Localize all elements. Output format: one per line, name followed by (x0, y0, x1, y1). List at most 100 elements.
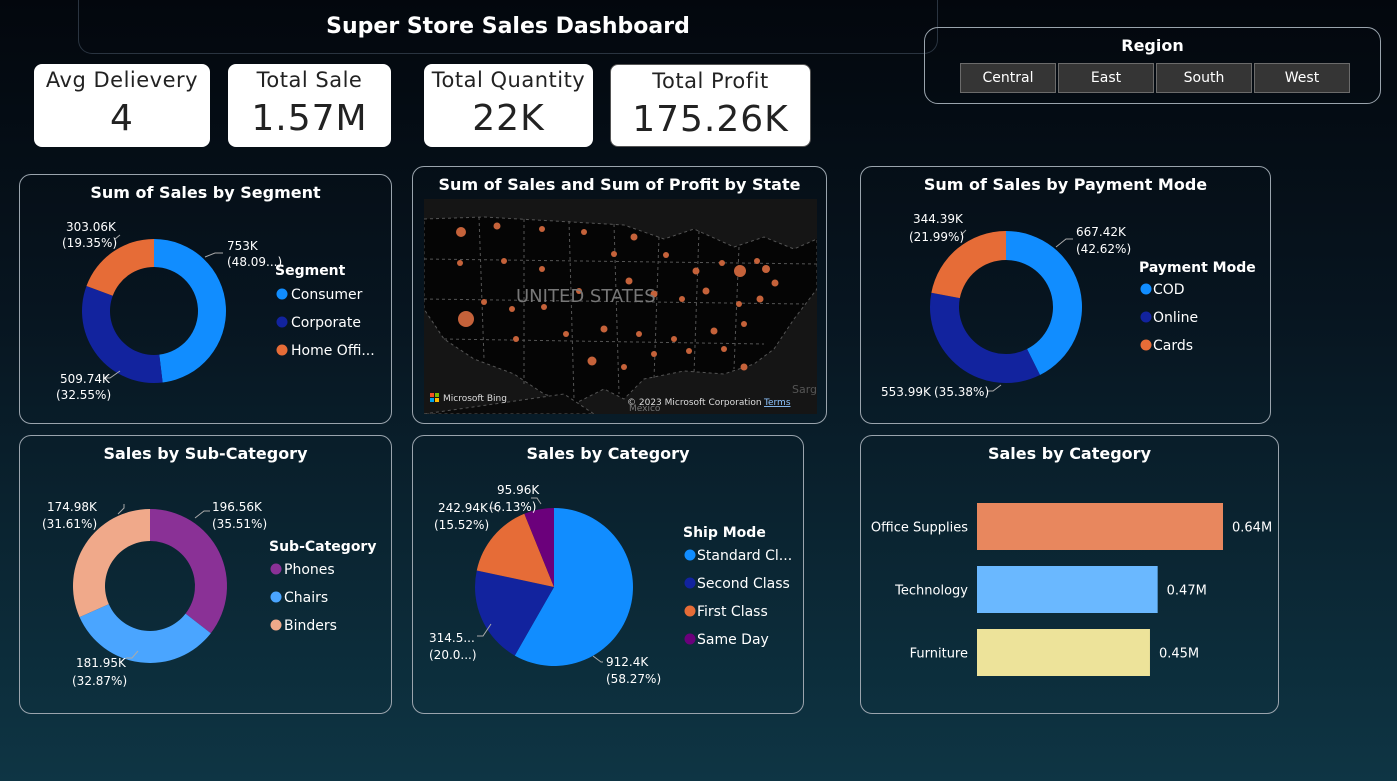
kpi-value: 4 (110, 98, 134, 139)
legend-dot-cod (1140, 283, 1152, 295)
page-title: Super Store Sales Dashboard (326, 14, 690, 39)
value-label-technology: 0.47M (1167, 584, 1207, 599)
segment-donut-card[interactable]: Sum of Sales by Segment Segment Consumer… (19, 174, 392, 424)
category-pie-card[interactable]: Sales by Category Ship Mode Standard Cl.… (412, 435, 804, 714)
data-label-pct: (21.99%) (909, 230, 964, 244)
legend-item-phones[interactable]: Phones (284, 562, 335, 578)
region-button-west[interactable]: West (1254, 63, 1350, 93)
data-label-pct: (15.52%) (434, 518, 489, 532)
legend-dot-second-class (684, 577, 696, 589)
category-pie-chart: Ship Mode Standard Cl... Second Class Fi… (429, 483, 792, 686)
category-label-office-supplies: Office Supplies (871, 521, 968, 536)
segment-donut-chart: Segment Consumer Corporate Home Offi... … (56, 220, 375, 402)
legend-dot-online (1140, 311, 1152, 323)
legend-item-second-class[interactable]: Second Class (697, 576, 790, 592)
pie-slice-consumer[interactable] (154, 239, 227, 383)
kpi-avg-delivery[interactable]: Avg Delievery 4 (34, 64, 210, 147)
category-bar-card[interactable]: Sales by Category Office Supplies 0.64M Te… (860, 435, 1279, 714)
kpi-value: 1.57M (251, 98, 368, 139)
map-svg: UNITED STATES Sarg Mexico Microsoft Bing… (424, 199, 817, 414)
legend-item-chairs[interactable]: Chairs (284, 590, 328, 606)
data-label-value: 314.5... (429, 631, 475, 645)
legend-dot-chairs (270, 591, 282, 603)
legend-item-cards[interactable]: Cards (1153, 338, 1193, 354)
value-label-office-supplies: 0.64M (1232, 521, 1272, 536)
pie-slice-online[interactable] (930, 292, 1040, 383)
legend-title: Payment Mode (1139, 260, 1256, 276)
kpi-value: 22K (472, 98, 545, 139)
state-map-card[interactable]: Sum of Sales and Sum of Profit by State (412, 166, 827, 424)
data-label-value: 242.94K (438, 501, 489, 515)
legend-item-corporate[interactable]: Corporate (291, 315, 361, 331)
pie-slice-corporate[interactable] (81, 285, 163, 383)
legend-dot-first-class (684, 605, 696, 617)
data-label-value: 344.39K (913, 212, 964, 226)
legend-dot-home-office (276, 344, 288, 356)
kpi-total-quantity[interactable]: Total Quantity 22K (424, 64, 593, 147)
subcategory-donut-chart: Sub-Category Phones Chairs Binders 196.5… (42, 500, 376, 688)
kpi-value: 175.26K (632, 99, 789, 140)
data-label-pct: (48.09...) (227, 255, 282, 269)
legend-item-first-class[interactable]: First Class (697, 604, 768, 620)
leader-line (1055, 238, 1073, 248)
map-brand: Microsoft Bing (443, 394, 507, 404)
region-button-east[interactable]: East (1058, 63, 1154, 93)
legend-dot-same-day (684, 633, 696, 645)
data-label-pct: (20.0...) (429, 648, 477, 662)
payment-donut-chart: Payment Mode COD Online Cards 667.42K (4… (881, 212, 1256, 399)
data-label-value: 174.98K (47, 500, 98, 514)
region-button-central[interactable]: Central (960, 63, 1056, 93)
legend-item-online[interactable]: Online (1153, 310, 1198, 326)
legend-dot-corporate (276, 316, 288, 328)
kpi-total-sale[interactable]: Total Sale 1.57M (228, 64, 391, 147)
data-label-value: 95.96K (497, 483, 540, 497)
kpi-label: Total Profit (652, 69, 769, 93)
bar-furniture[interactable] (977, 629, 1150, 676)
data-label-value: 753K (227, 239, 259, 253)
data-label-pct: (31.61%) (42, 517, 97, 531)
category-bar-chart: Office Supplies 0.64M Technology 0.47M Furni… (871, 503, 1272, 676)
kpi-total-profit[interactable]: Total Profit 175.26K (610, 64, 811, 147)
region-slicer-title: Region (1121, 36, 1184, 55)
subcategory-donut-card[interactable]: Sales by Sub-Category Sub-Category Phone… (19, 435, 392, 714)
map-terms-link[interactable]: Terms (763, 398, 791, 408)
map-country-label: UNITED STATES (516, 286, 656, 307)
leader-line (592, 655, 603, 663)
payment-donut-card[interactable]: Sum of Sales by Payment Mode Payment Mod… (860, 166, 1271, 424)
legend-title: Segment (275, 263, 346, 279)
legend-item-consumer[interactable]: Consumer (291, 287, 363, 303)
kpi-label: Total Sale (256, 68, 363, 92)
legend-dot-binders (270, 619, 282, 631)
legend-dot-consumer (276, 288, 288, 300)
data-label-value: 196.56K (212, 500, 263, 514)
value-label-furniture: 0.45M (1159, 647, 1199, 662)
kpi-label: Avg Delievery (45, 68, 199, 92)
us-map[interactable]: UNITED STATES Sarg Mexico Microsoft Bing… (424, 199, 817, 414)
data-label-pct: (32.87%) (72, 674, 127, 688)
data-label-value: 303.06K (66, 220, 117, 234)
legend-dot-phones (270, 563, 282, 575)
legend-title: Ship Mode (683, 525, 766, 541)
data-label-pct: (19.35%) (62, 236, 117, 250)
data-label-pct: (58.27%) (606, 672, 661, 686)
legend-item-same-day[interactable]: Same Day (697, 632, 769, 648)
data-label-value: 553.99K (881, 385, 932, 399)
data-label-pct: (42.62%) (1076, 242, 1131, 256)
bar-technology[interactable] (977, 566, 1158, 613)
legend-item-home-office[interactable]: Home Offi... (291, 343, 375, 359)
leader-line (204, 252, 223, 258)
legend-item-cod[interactable]: COD (1153, 282, 1185, 298)
bar-office-supplies[interactable] (977, 503, 1223, 550)
data-label-value: 912.4K (606, 655, 649, 669)
map-copyright: © 2023 Microsoft Corporation (627, 398, 762, 408)
leader-line (117, 504, 125, 515)
legend-item-standard-class[interactable]: Standard Cl... (697, 548, 792, 564)
leader-line (194, 510, 210, 519)
data-label-value: 509.74K (60, 372, 111, 386)
data-label-pct: (35.51%) (212, 517, 267, 531)
region-slicer: Region Central East South West (924, 27, 1381, 104)
chart-title: Sum of Sales and Sum of Profit by State (438, 175, 801, 194)
legend-item-binders[interactable]: Binders (284, 618, 337, 634)
data-label-pct: (32.55%) (56, 388, 111, 402)
region-button-south[interactable]: South (1156, 63, 1252, 93)
